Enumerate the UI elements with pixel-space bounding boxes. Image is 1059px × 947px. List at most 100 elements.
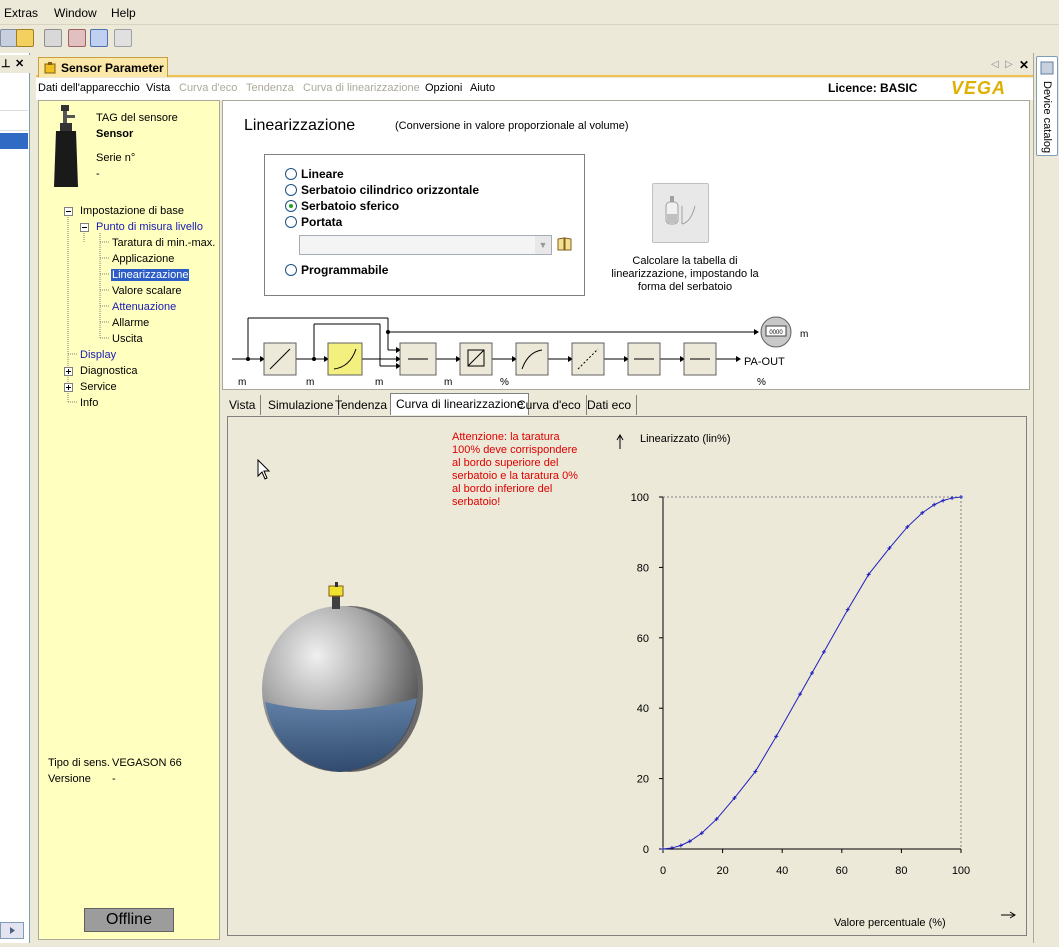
radio-sferico[interactable] bbox=[285, 200, 297, 212]
tab-curva-eco[interactable]: Curva d'eco bbox=[512, 395, 587, 415]
tab-dati-eco[interactable]: Dati eco bbox=[582, 395, 638, 415]
tab-simulazione[interactable]: Simulazione bbox=[263, 395, 340, 415]
tree-info[interactable]: Info bbox=[80, 397, 98, 409]
sensor-tab-icon bbox=[44, 62, 56, 74]
tree-punto-misura-livello[interactable]: Punto di misura livello bbox=[96, 221, 203, 233]
pin-icon[interactable]: ⊥ bbox=[1, 57, 11, 70]
collapse-icon[interactable] bbox=[64, 207, 73, 216]
tab-vista[interactable]: Vista bbox=[224, 395, 262, 415]
calculate-table-button[interactable] bbox=[652, 183, 709, 243]
device-catalog-tab[interactable]: Device catalog bbox=[1036, 56, 1058, 156]
menu-tendenza: Tendenza bbox=[246, 82, 294, 94]
tree-impostazione-base[interactable]: Impostazione di base bbox=[80, 205, 184, 217]
radio-cilindrico[interactable] bbox=[285, 184, 297, 196]
y-tick-label: 80 bbox=[637, 562, 649, 574]
sensor-type-label: Tipo di sens. bbox=[48, 757, 110, 769]
x-tick-label: 0 bbox=[660, 865, 666, 877]
unit-label: m bbox=[444, 377, 452, 388]
tree-linearizzazione[interactable]: Linearizzazione bbox=[111, 269, 190, 281]
radio-lineare[interactable] bbox=[285, 168, 297, 180]
folder-icon[interactable] bbox=[16, 29, 34, 47]
tab-sensor-parameter[interactable]: Sensor Parameter bbox=[38, 57, 168, 77]
licence-label: Licence: BASIC bbox=[828, 81, 918, 95]
menu-opzioni[interactable]: Opzioni bbox=[425, 82, 462, 94]
menu-curva-linearizzazione: Curva di linearizzazione bbox=[303, 82, 420, 94]
portata-select[interactable]: ▼ bbox=[299, 235, 552, 255]
chevron-down-icon[interactable]: ▼ bbox=[535, 236, 551, 254]
tree-diagnostica[interactable]: Diagnostica bbox=[80, 365, 137, 377]
app-menu: Dati dell'apparecchio Vista Curva d'eco … bbox=[36, 78, 1033, 100]
radio-programmabile[interactable] bbox=[285, 264, 297, 276]
left-dock-header: ⊥ ✕ bbox=[0, 55, 30, 73]
tree-valore-scalare[interactable]: Valore scalare bbox=[112, 285, 182, 297]
tank-calc-icon bbox=[665, 196, 696, 225]
version-value: - bbox=[112, 773, 116, 785]
upload-icon[interactable] bbox=[44, 29, 62, 47]
left-dock-selected-row[interactable] bbox=[0, 133, 28, 149]
expand-icon[interactable] bbox=[64, 383, 73, 392]
block-scaling[interactable] bbox=[459, 342, 493, 376]
radio-label-portata: Portata bbox=[301, 215, 343, 229]
disconnect-icon[interactable] bbox=[114, 29, 132, 47]
tree-service[interactable]: Service bbox=[80, 381, 117, 393]
left-dock-panel bbox=[0, 53, 30, 943]
tree-display[interactable]: Display bbox=[80, 349, 116, 361]
toolbar bbox=[0, 25, 1059, 53]
serial-value: - bbox=[96, 168, 100, 180]
unit-label: % bbox=[500, 377, 509, 388]
tree-uscita[interactable]: Uscita bbox=[112, 333, 143, 345]
tree-applicazione[interactable]: Applicazione bbox=[112, 253, 174, 265]
display-readout: 0000 bbox=[769, 330, 783, 336]
sensor-type-value: VEGASON 66 bbox=[112, 757, 182, 769]
menu-vista[interactable]: Vista bbox=[146, 82, 170, 94]
collapse-icon[interactable] bbox=[80, 223, 89, 232]
vega-logo: VEGA bbox=[951, 78, 1007, 98]
tab-curva-linearizzazione[interactable]: Curva di linearizzazione bbox=[390, 393, 530, 415]
calibration-warning: Attenzione: la taratura 100% deve corris… bbox=[452, 431, 578, 508]
menu-window[interactable]: Window bbox=[54, 6, 97, 20]
signal-block-diagram: 0000 m m m m % % m PA-OUT bbox=[232, 316, 808, 388]
tab-scroll-left-icon[interactable]: ◁ bbox=[991, 59, 999, 70]
y-axis-caption-group: Linearizzato (lin%) bbox=[616, 433, 730, 449]
version-label: Versione bbox=[48, 773, 91, 785]
x-tick-label: 100 bbox=[952, 865, 970, 877]
menu-aiuto[interactable]: Aiuto bbox=[470, 82, 495, 94]
sensor-device-icon bbox=[54, 105, 78, 187]
tab-scroll-right-icon[interactable]: ▷ bbox=[1005, 59, 1013, 70]
menu-extras[interactable]: Extras bbox=[4, 6, 38, 20]
document-close-icon[interactable]: ✕ bbox=[1019, 58, 1029, 72]
expand-icon[interactable] bbox=[64, 367, 73, 376]
data-point bbox=[810, 671, 814, 675]
mouse-cursor-icon bbox=[257, 459, 271, 480]
menubar: Extras Window Help bbox=[0, 0, 1059, 25]
document-tab-label: Sensor Parameter bbox=[61, 61, 164, 75]
menu-help[interactable]: Help bbox=[111, 6, 136, 20]
close-icon[interactable]: ✕ bbox=[15, 57, 24, 70]
x-tick-label: 40 bbox=[776, 865, 788, 877]
y-tick-label: 60 bbox=[637, 633, 649, 645]
device-catalog-label: Device catalog bbox=[1041, 81, 1053, 154]
book-icon[interactable] bbox=[556, 236, 574, 252]
tree-attenuazione[interactable]: Attenuazione bbox=[112, 301, 176, 313]
tag-label: TAG del sensore bbox=[96, 112, 178, 124]
serial-label: Serie n° bbox=[96, 152, 136, 164]
linearization-chart: Linearizzato (lin%) Valore percentuale (… bbox=[616, 433, 1016, 929]
scroll-right-button[interactable] bbox=[0, 922, 24, 939]
unit-label: m bbox=[375, 377, 383, 388]
y-tick-label: 20 bbox=[637, 774, 649, 786]
tree-allarme[interactable]: Allarme bbox=[112, 317, 149, 329]
view-tabs: Vista Simulazione Tendenza Curva di line… bbox=[222, 393, 1030, 415]
x-tick-label: 60 bbox=[836, 865, 848, 877]
menu-dati-apparecchio[interactable]: Dati dell'apparecchio bbox=[38, 82, 140, 94]
data-point bbox=[941, 498, 946, 503]
tree-taratura[interactable]: Taratura di min.-max. bbox=[112, 237, 215, 249]
block-damping[interactable] bbox=[515, 342, 549, 376]
block-limit[interactable] bbox=[571, 342, 605, 376]
download-icon[interactable] bbox=[68, 29, 86, 47]
data-point bbox=[678, 843, 683, 848]
radio-portata[interactable] bbox=[285, 216, 297, 228]
arrow-right-icon bbox=[1001, 911, 1016, 919]
connect-icon[interactable] bbox=[90, 29, 108, 47]
tab-tendenza[interactable]: Tendenza bbox=[330, 395, 394, 415]
block-linearization[interactable] bbox=[327, 342, 363, 376]
